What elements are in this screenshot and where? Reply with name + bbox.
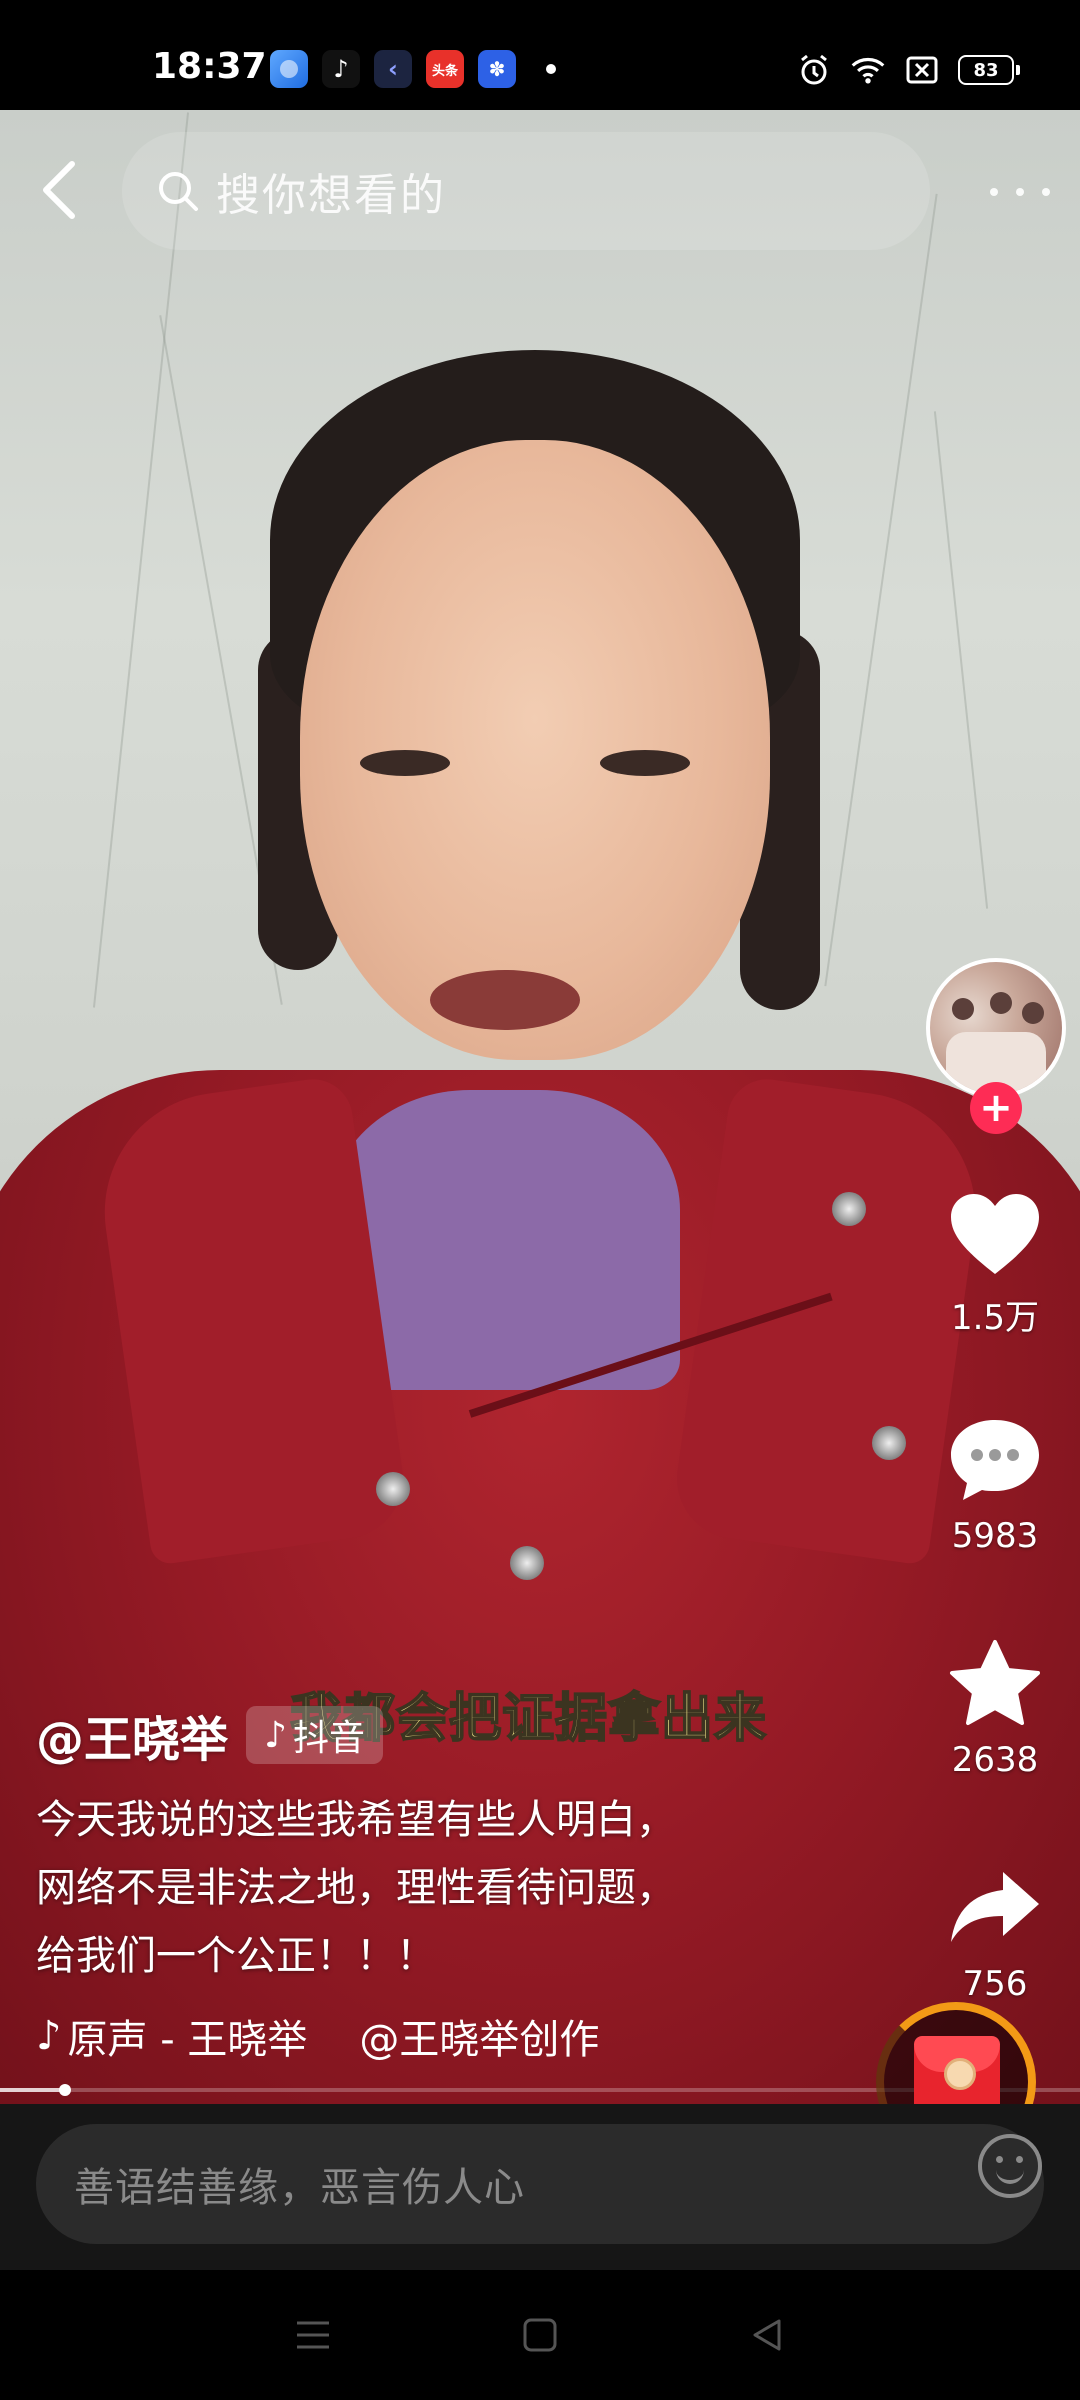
more-options-button[interactable] [990,172,1050,212]
comment-bubble-icon [945,1410,1045,1510]
notification-dot-icon [546,64,556,74]
triangle-back-icon [753,2319,781,2351]
follow-button[interactable]: + [970,1082,1022,1134]
alarm-icon [796,52,832,88]
search-input[interactable]: 搜你想看的 [122,132,930,250]
platform-tag: ♪ 抖音 [246,1706,384,1764]
music-note-icon: ♪ [36,2013,62,2059]
search-placeholder: 搜你想看的 [216,170,446,221]
like-count: 1.5万 [950,1298,1040,1338]
square-home-icon [523,2318,557,2352]
favorite-action[interactable]: 2638 [910,1634,1080,1780]
browser-app-icon [270,50,308,88]
comment-action[interactable]: 5983 [910,1410,1080,1556]
share-arrow-icon [945,1858,1045,1958]
comment-bar: 善语结善缘，恶言伤人心 [0,2104,1080,2270]
caption-line: 今天我说的这些我希望有些人明白， [36,1797,676,1843]
video-progress-fill [0,2088,65,2092]
battery-icon: 83 [958,55,1020,85]
comment-input[interactable]: 善语结善缘，恶言伤人心 [36,2124,1044,2244]
status-bar: 18:37 ♪ ‹ 头条 ✽ 83 [0,0,1080,110]
recents-button[interactable] [283,2305,343,2365]
author-avatar[interactable] [926,958,1066,1098]
video-progress-knob[interactable] [58,2084,71,2096]
like-action[interactable]: 1.5万 [910,1184,1080,1339]
status-app-icons: ♪ ‹ 头条 ✽ [270,50,556,88]
tiktok-app-icon: ♪ [322,50,360,88]
platform-tag-label: 抖音 [293,1718,366,1759]
more-dots-icon [990,188,998,196]
status-system-icons: 83 [796,52,1020,88]
emoji-icon[interactable] [978,2134,1042,2198]
share-count: 756 [962,1964,1028,2004]
baidu-app-icon: ✽ [478,50,516,88]
heart-icon [945,1184,1045,1284]
music-credit: @王晓举创作 [359,2017,600,2063]
toutiao-app-icon: 头条 [426,50,464,88]
search-icon [159,172,198,211]
system-nav-bar [0,2270,1080,2400]
author-name[interactable]: @王晓举 [36,1700,228,1770]
menu-lines-icon [297,2321,330,2349]
back-button[interactable] [30,160,90,220]
comment-count: 5983 [951,1516,1039,1556]
no-sim-icon [904,52,940,88]
home-button[interactable] [510,2305,570,2365]
music-title: 原声 - 王晓举 [67,2017,308,2063]
favorite-count: 2638 [951,1740,1039,1780]
star-icon [945,1634,1045,1734]
chevron-left-icon [43,161,75,219]
caption-line: 网络不是非法之地，理性看待问题， [36,1865,676,1911]
comment-placeholder: 善语结善缘，恶言伤人心 [74,2165,525,2211]
status-time: 18:37 [152,46,267,87]
video-subject-face [300,440,770,1060]
tiktok-note-icon: ♪ [264,1714,287,1756]
wifi-icon [850,52,886,88]
share-action[interactable]: 756 [910,1858,1080,2004]
video-caption[interactable]: 今天我说的这些我希望有些人明白， 网络不是非法之地，理性看待问题， 给我们一个公… [36,1786,796,1990]
author-row: @王晓举 ♪ 抖音 [36,1700,384,1770]
system-back-button[interactable] [737,2305,797,2365]
music-info[interactable]: ♪ 原声 - 王晓举 @王晓举创作 [36,2008,636,2064]
caption-line: 给我们一个公正！！！ [36,1933,436,1979]
back-app-icon: ‹ [374,50,412,88]
